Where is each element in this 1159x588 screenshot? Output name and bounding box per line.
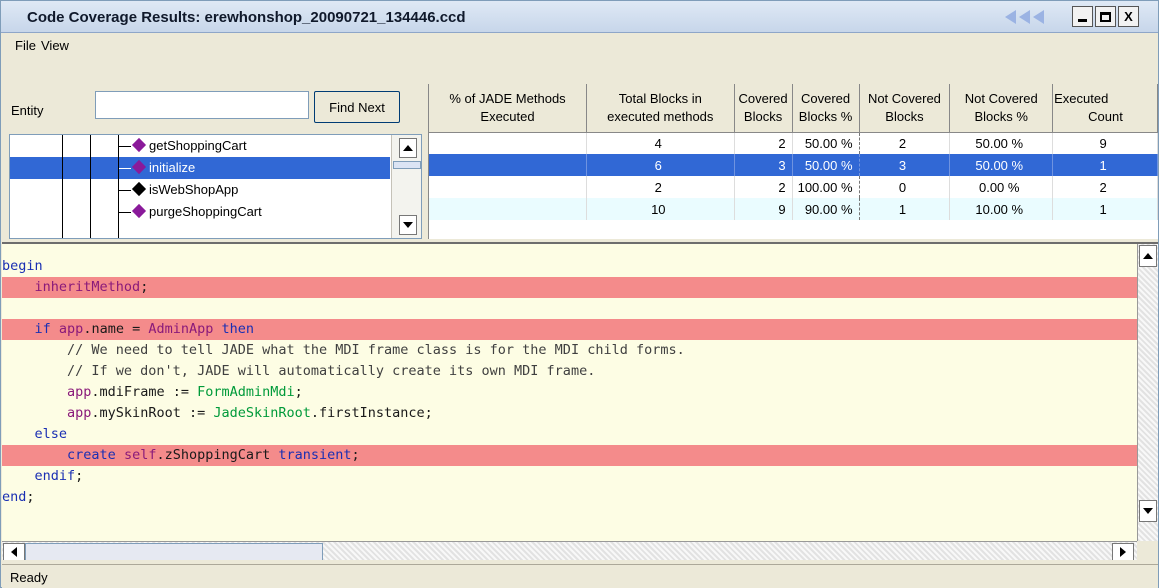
entity-search-input[interactable] bbox=[95, 91, 309, 119]
table-row[interactable]: 4 2 50.00 % 2 50.00 % 9 bbox=[429, 132, 1158, 154]
code-line: app.mdiFrame := FormAdminMdi; bbox=[67, 384, 303, 400]
scroll-right-button[interactable] bbox=[1112, 543, 1134, 560]
col-header-not-covered-blocks[interactable]: Not Covered Blocks bbox=[859, 84, 951, 133]
menu-file[interactable]: File bbox=[15, 38, 36, 53]
find-next-button[interactable]: Find Next bbox=[314, 91, 400, 123]
arrow-down-icon bbox=[403, 222, 413, 228]
minimize-button[interactable] bbox=[1072, 6, 1093, 27]
method-icon bbox=[131, 203, 147, 219]
method-icon bbox=[131, 159, 147, 175]
tree-item-label: purgeShoppingCart bbox=[149, 204, 262, 219]
tree-item-label: getShoppingCart bbox=[149, 138, 247, 153]
code-line-comment: // If we don't, JADE will automatically … bbox=[2, 363, 596, 379]
method-icon bbox=[131, 137, 147, 153]
scrollbar-corner bbox=[1137, 541, 1158, 560]
close-button[interactable]: X bbox=[1118, 6, 1139, 27]
entity-label: Entity bbox=[11, 103, 44, 118]
scroll-down-button[interactable] bbox=[399, 215, 417, 235]
tree-guide-line bbox=[90, 135, 91, 238]
code-line: app.mySkinRoot := JadeSkinRoot.firstInst… bbox=[67, 405, 433, 421]
scroll-thumb[interactable] bbox=[25, 543, 323, 560]
code-line-uncovered: inheritMethod; bbox=[2, 277, 1137, 298]
tree-item-label: isWebShopApp bbox=[149, 182, 239, 197]
tree-item-selected[interactable]: initialize bbox=[10, 157, 390, 179]
tree-guide-line bbox=[62, 135, 63, 238]
status-text: Ready bbox=[10, 570, 48, 585]
code-line-comment: // We need to tell JADE what the MDI fra… bbox=[2, 342, 685, 358]
code-horizontal-scrollbar[interactable] bbox=[2, 541, 1137, 560]
maximize-icon bbox=[1100, 11, 1111, 22]
code-line-uncovered: if app.name = AdminApp then bbox=[2, 319, 1137, 340]
arrow-right-icon bbox=[1120, 547, 1126, 557]
arrow-down-icon bbox=[1143, 508, 1153, 514]
menu-view[interactable]: View bbox=[41, 38, 69, 53]
entity-tree[interactable]: getShoppingCart initialize isWebShopApp … bbox=[9, 134, 422, 239]
col-header-not-covered-pct[interactable]: Not Covered Blocks % bbox=[949, 84, 1054, 133]
col-header-covered-blocks[interactable]: Covered Blocks bbox=[734, 84, 793, 133]
minimize-icon bbox=[1078, 19, 1087, 22]
tree-item[interactable]: isWebShopApp bbox=[10, 179, 390, 201]
scroll-up-button[interactable] bbox=[399, 138, 417, 158]
scroll-left-button[interactable] bbox=[3, 543, 25, 560]
code-line-uncovered: create self.zShoppingCart transient; bbox=[2, 445, 1137, 466]
entity-panel: Entity Find Next getShoppingCart initial… bbox=[2, 84, 427, 239]
arrow-left-icon bbox=[11, 547, 17, 557]
tree-item[interactable]: getShoppingCart bbox=[10, 135, 390, 157]
collapse-arrows-icon[interactable] bbox=[1005, 6, 1047, 28]
close-icon: X bbox=[1124, 9, 1133, 24]
arrow-up-icon bbox=[1143, 253, 1153, 259]
col-header-methods-executed[interactable]: % of JADE Methods Executed bbox=[429, 84, 588, 133]
coverage-table: % of JADE Methods Executed Total Blocks i… bbox=[429, 84, 1158, 220]
tree-item-label: initialize bbox=[149, 160, 196, 175]
tree-guide-line bbox=[118, 135, 119, 238]
table-row[interactable]: 10 9 90.00 % 1 10.00 % 1 bbox=[429, 198, 1158, 220]
method-icon bbox=[131, 181, 147, 197]
col-header-covered-pct[interactable]: Covered Blocks % bbox=[792, 84, 860, 133]
col-header-total-blocks[interactable]: Total Blocks in executed methods bbox=[586, 84, 735, 133]
coverage-grid[interactable]: % of JADE Methods Executed Total Blocks i… bbox=[428, 84, 1158, 239]
scroll-up-button[interactable] bbox=[1139, 245, 1157, 267]
title-bar[interactable]: Code Coverage Results: erewhonshop_20090… bbox=[1, 1, 1158, 33]
menu-bar: File View bbox=[1, 34, 1158, 53]
code-line: endif; bbox=[34, 468, 84, 484]
tree-scrollbar[interactable] bbox=[391, 135, 421, 238]
window-title: Code Coverage Results: erewhonshop_20090… bbox=[27, 9, 466, 26]
code-line: end; bbox=[2, 489, 35, 505]
coverage-window: Code Coverage Results: erewhonshop_20090… bbox=[0, 0, 1159, 588]
code-line: else bbox=[34, 426, 68, 442]
scroll-down-button[interactable] bbox=[1139, 500, 1157, 522]
status-bar: Ready bbox=[2, 564, 1158, 588]
code-vertical-scrollbar[interactable] bbox=[1137, 244, 1158, 541]
code-line: begin bbox=[2, 258, 43, 274]
scroll-thumb[interactable] bbox=[393, 161, 421, 169]
code-view[interactable]: begin inheritMethod; if app.name = Admin… bbox=[2, 242, 1158, 560]
table-row-selected[interactable]: 6 3 50.00 % 3 50.00 % 1 bbox=[429, 154, 1158, 176]
maximize-button[interactable] bbox=[1095, 6, 1116, 27]
col-header-executed-count[interactable]: Executed Count bbox=[1052, 84, 1158, 133]
arrow-up-icon bbox=[403, 145, 413, 151]
table-row[interactable]: 2 2 100.00 % 0 0.00 % 2 bbox=[429, 176, 1158, 198]
tree-item[interactable]: purgeShoppingCart bbox=[10, 201, 390, 223]
